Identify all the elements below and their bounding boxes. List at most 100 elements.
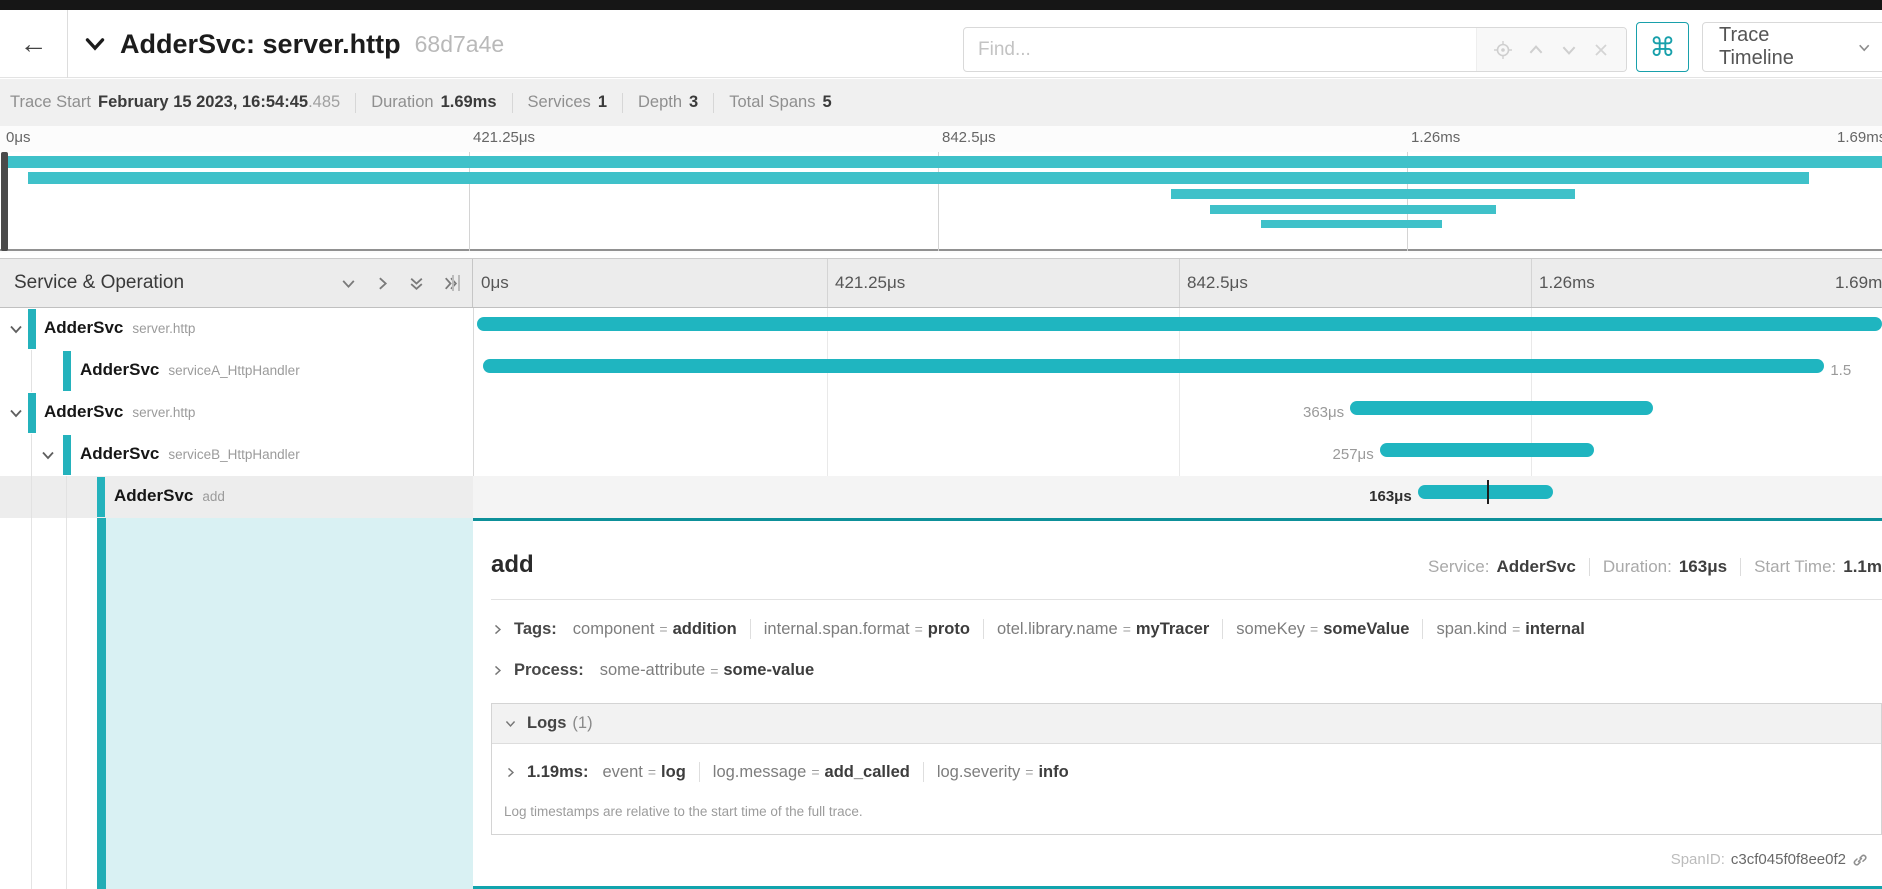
indent-guide bbox=[31, 434, 32, 476]
tree-controls bbox=[340, 259, 459, 307]
header-divider bbox=[1531, 259, 1532, 307]
operation-name: serviceB_HttpHandler bbox=[168, 447, 299, 462]
tag-value: internal bbox=[1525, 620, 1585, 639]
jaeger-trace-page: ← AdderSvc: server.http 68d7a4e bbox=[0, 0, 1882, 889]
meta-value: AdderSvc bbox=[1496, 557, 1575, 577]
expand-chevron-icon[interactable] bbox=[491, 623, 504, 636]
prev-result-icon[interactable] bbox=[1527, 41, 1545, 59]
log-entry-row[interactable]: 1.19ms: event=log log.message=add_called… bbox=[492, 744, 1881, 800]
span-graph-cell[interactable]: 163μs bbox=[475, 476, 1882, 518]
span-graph-cell[interactable]: 363μs bbox=[475, 392, 1882, 434]
collapse-children-chevron-icon[interactable] bbox=[40, 447, 56, 463]
expand-chevron-icon bbox=[504, 766, 517, 779]
trace-view-dropdown-label: Trace Timeline bbox=[1719, 24, 1845, 70]
collapse-all-icon[interactable] bbox=[408, 275, 425, 292]
tag-value: myTracer bbox=[1136, 620, 1209, 639]
copy-link-icon[interactable] bbox=[1852, 852, 1868, 868]
trace-header: ← AdderSvc: server.http 68d7a4e bbox=[0, 10, 1882, 78]
timeline-tick: 0μs bbox=[481, 273, 509, 293]
span-row[interactable]: AdderSvcserver.http 363μs bbox=[0, 392, 1882, 434]
log-timestamp: 1.19ms: bbox=[527, 763, 588, 782]
span-graph-cell[interactable]: 257μs bbox=[475, 434, 1882, 476]
collapse-trace-chevron-icon[interactable] bbox=[84, 33, 106, 55]
collapse-children-chevron-icon[interactable] bbox=[8, 321, 24, 337]
minimap-scrubber-handle[interactable] bbox=[1, 152, 8, 251]
selected-span-indent-block[interactable] bbox=[106, 518, 473, 889]
duration-label: 163μs bbox=[1363, 488, 1418, 505]
summary-value: 5 bbox=[822, 93, 831, 112]
tag-value: addition bbox=[673, 620, 737, 639]
minimap-canvas[interactable] bbox=[0, 152, 1882, 251]
log-field-key: log.message bbox=[713, 763, 807, 782]
divider bbox=[699, 762, 700, 782]
divider bbox=[1589, 558, 1590, 576]
divider bbox=[1740, 558, 1741, 576]
span-bar[interactable] bbox=[477, 317, 1882, 331]
span-name-cell[interactable]: AdderSvcadd bbox=[0, 476, 473, 518]
next-result-icon[interactable] bbox=[1560, 41, 1578, 59]
span-name-cell[interactable]: AdderSvcserviceA_HttpHandler bbox=[0, 350, 473, 392]
span-row[interactable]: AdderSvcserviceA_HttpHandler 1.5 bbox=[0, 350, 1882, 392]
span-bar[interactable] bbox=[1418, 485, 1553, 499]
divider bbox=[1222, 619, 1223, 639]
summary-label: Duration bbox=[371, 93, 433, 112]
process-row[interactable]: Process: some-attribute=some-value bbox=[491, 661, 814, 680]
trace-view-dropdown[interactable]: Trace Timeline bbox=[1702, 22, 1882, 72]
span-row[interactable]: AdderSvc serviceB_HttpHandler 257μs bbox=[0, 434, 1882, 476]
trace-summary-bar: Trace Start February 15 2023, 16:54:45 .… bbox=[0, 79, 1882, 126]
expand-chevron-icon[interactable] bbox=[491, 664, 504, 677]
span-name-cell[interactable]: AdderSvcserver.http bbox=[0, 392, 473, 434]
back-button[interactable]: ← bbox=[0, 10, 68, 78]
clear-search-icon[interactable] bbox=[1593, 42, 1609, 58]
service-name: AdderSvc bbox=[44, 402, 123, 421]
span-meta: Service: AdderSvc Duration: 163μs Start … bbox=[1428, 557, 1882, 577]
keyboard-shortcuts-button[interactable]: ⌘ bbox=[1636, 22, 1689, 72]
minimap-tick: 1.26ms bbox=[1411, 129, 1460, 146]
service-name: AdderSvc bbox=[80, 444, 159, 463]
span-id-row: SpanID: c3cf045f0f8ee0f2 bbox=[1671, 851, 1868, 868]
focus-target-icon[interactable] bbox=[1494, 41, 1512, 59]
service-name: AdderSvc bbox=[80, 360, 159, 379]
minimap-span-bar bbox=[28, 172, 1808, 184]
divider bbox=[713, 93, 714, 113]
trace-minimap: 0μs 421.25μs 842.5μs 1.26ms 1.69ms bbox=[0, 126, 1882, 253]
logs-header[interactable]: Logs (1) bbox=[492, 704, 1881, 744]
tag-value: someValue bbox=[1323, 620, 1409, 639]
span-bar[interactable] bbox=[1380, 443, 1594, 457]
span-operation-title: add bbox=[491, 551, 534, 579]
duration-label: 257μs bbox=[1327, 446, 1380, 463]
span-row[interactable]: AdderSvcserver.http bbox=[0, 308, 1882, 350]
divider bbox=[355, 93, 356, 113]
tags-row[interactable]: Tags: component=addition internal.span.f… bbox=[491, 619, 1585, 639]
column-resize-grip[interactable] bbox=[452, 275, 460, 291]
minimap-tick: 842.5μs bbox=[942, 129, 996, 146]
detail-title-row: add Service: AdderSvc Duration: 163μs St… bbox=[491, 521, 1882, 600]
summary-label: Trace Start bbox=[10, 93, 91, 112]
equals-sign: = bbox=[1123, 621, 1131, 637]
span-name-cell[interactable]: AdderSvcserver.http bbox=[0, 308, 473, 350]
equals-sign: = bbox=[915, 621, 923, 637]
service-color-accent bbox=[63, 435, 71, 475]
expand-one-icon[interactable] bbox=[374, 275, 391, 292]
span-name-cell[interactable]: AdderSvc serviceB_HttpHandler bbox=[0, 434, 473, 476]
minimap-tick: 421.25μs bbox=[473, 129, 535, 146]
span-bar[interactable] bbox=[1350, 401, 1653, 415]
span-id-label: SpanID: bbox=[1671, 851, 1725, 868]
collapse-children-chevron-icon[interactable] bbox=[8, 405, 24, 421]
operation-name: server.http bbox=[132, 321, 195, 336]
span-graph-cell[interactable] bbox=[475, 308, 1882, 350]
find-input[interactable] bbox=[964, 28, 1476, 71]
span-bar[interactable] bbox=[483, 359, 1824, 373]
meta-label: Service: bbox=[1428, 557, 1489, 577]
process-title: Process: bbox=[514, 661, 584, 680]
summary-label: Total Spans bbox=[729, 93, 815, 112]
divider bbox=[983, 619, 984, 639]
indent-guide bbox=[31, 476, 32, 518]
collapse-one-icon[interactable] bbox=[340, 275, 357, 292]
equals-sign: = bbox=[1512, 621, 1520, 637]
span-row[interactable]: AdderSvcadd 163μs bbox=[0, 476, 1882, 518]
log-field-value: add_called bbox=[825, 763, 910, 782]
logs-box: Logs (1) 1.19ms: event=log log.message=a… bbox=[491, 703, 1882, 835]
span-graph-cell[interactable]: 1.5 bbox=[475, 350, 1882, 392]
timeline-tick: 842.5μs bbox=[1187, 273, 1248, 293]
